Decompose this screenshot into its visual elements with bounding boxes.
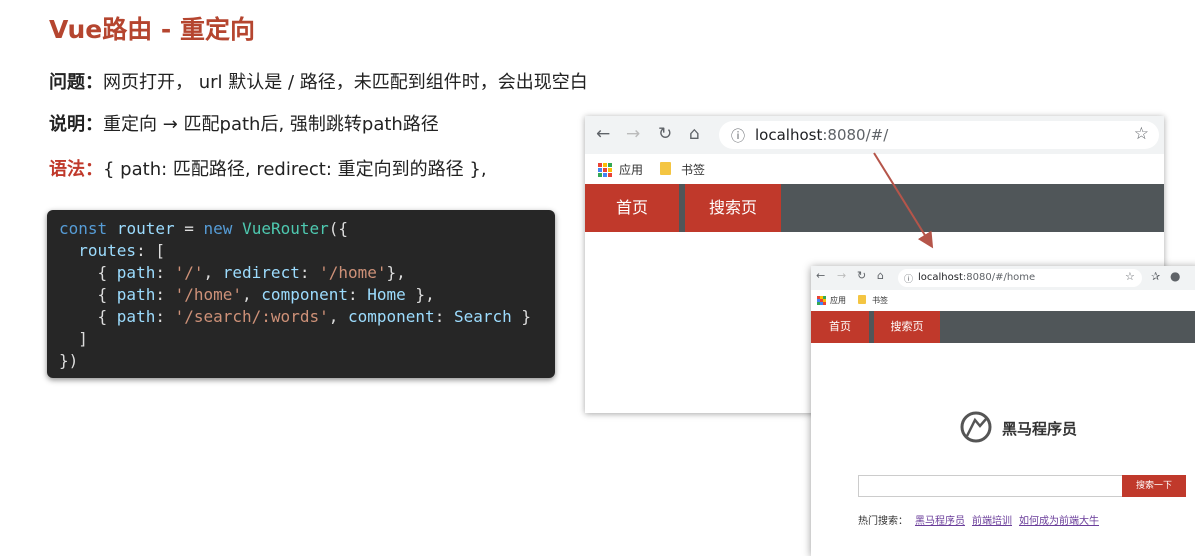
- brand-logo-icon: [960, 411, 992, 443]
- browser-window-home: ← → ↻ ⌂ ⓘ localhost:8080/#/home ☆ ✰ ● 应用…: [811, 266, 1195, 556]
- info-icon[interactable]: ⓘ: [904, 272, 913, 285]
- profile-icon[interactable]: ●: [1170, 269, 1180, 283]
- reload-icon[interactable]: ↻: [857, 269, 866, 282]
- tab-home[interactable]: 首页: [811, 311, 869, 343]
- url-text: localhost:8080/#/home: [918, 272, 1035, 283]
- hot-search: 热门搜索： 黑马程序员 前端培训 如何成为前端大牛: [858, 512, 1099, 527]
- search-input[interactable]: [858, 475, 1123, 497]
- hot-link[interactable]: 前端培训: [972, 516, 1012, 527]
- bookmarks-bar: 应用 书签: [811, 290, 1195, 310]
- hot-link[interactable]: 黑马程序员: [915, 516, 965, 527]
- hot-search-label: 热门搜索：: [858, 516, 908, 527]
- forward-icon[interactable]: →: [837, 269, 846, 282]
- hot-link[interactable]: 如何成为前端大牛: [1019, 516, 1099, 527]
- apps-icon[interactable]: [817, 296, 826, 305]
- bookmark-apps[interactable]: 应用: [830, 295, 846, 306]
- address-bar[interactable]: ⓘ localhost:8080/#/home: [898, 269, 1142, 287]
- bookmark-folder[interactable]: 书签: [872, 295, 888, 306]
- url-path: :8080/#/home: [962, 272, 1036, 283]
- brand-name: 黑马程序员: [1002, 420, 1078, 438]
- url-host: localhost: [918, 272, 963, 283]
- home-icon[interactable]: ⌂: [877, 269, 884, 282]
- site-nav: 首页 搜索页: [811, 311, 1195, 343]
- tab-search[interactable]: 搜索页: [874, 311, 940, 343]
- browser-toolbar: ← → ↻ ⌂ ⓘ localhost:8080/#/home ☆ ✰ ●: [811, 266, 1195, 290]
- star-icon[interactable]: ☆: [1125, 270, 1135, 283]
- back-icon[interactable]: ←: [816, 269, 825, 282]
- extension-icon[interactable]: ✰: [1151, 270, 1160, 283]
- search-button[interactable]: 搜索一下: [1122, 475, 1186, 497]
- folder-icon: [858, 295, 866, 304]
